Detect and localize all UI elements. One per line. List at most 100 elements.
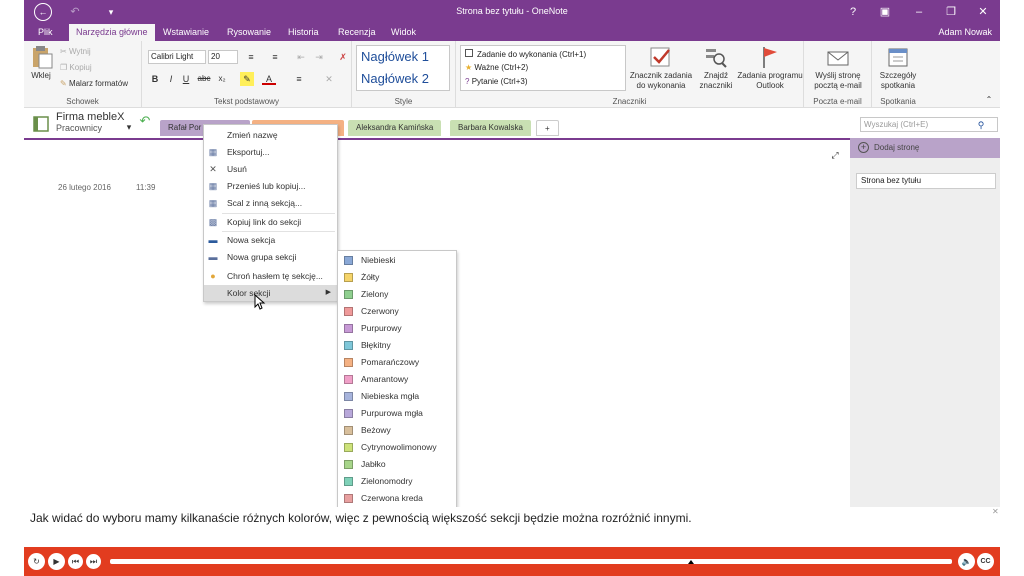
question-icon: ? bbox=[465, 77, 470, 86]
notebook-dropdown-icon[interactable]: ▾ bbox=[122, 120, 136, 134]
underline-button[interactable]: U bbox=[179, 72, 193, 86]
color-option[interactable]: Cytrynowolimonowy bbox=[338, 439, 456, 456]
menu-section-color[interactable]: Kolor sekcji ▶ bbox=[204, 285, 337, 301]
menu-rename[interactable]: Zmień nazwę bbox=[204, 127, 337, 143]
next-icon[interactable]: ⏭ bbox=[86, 554, 101, 569]
closed-captions-icon[interactable]: CC bbox=[977, 553, 994, 570]
tag-important[interactable]: ★ Ważne (Ctrl+2) bbox=[465, 63, 528, 72]
font-name-box[interactable]: Calibri Light bbox=[148, 50, 206, 64]
volume-icon[interactable]: 🔈 bbox=[958, 553, 975, 570]
meeting-details-button[interactable]: Szczegóły spotkania bbox=[872, 45, 924, 91]
menu-merge[interactable]: ▦ Scal z inną sekcją... bbox=[204, 195, 337, 211]
menu-delete[interactable]: ✕ Usuń bbox=[204, 161, 337, 177]
find-tags-button[interactable]: Znajdź znaczniki bbox=[696, 45, 736, 91]
find-tags-icon bbox=[706, 49, 727, 68]
minimize-icon[interactable]: – bbox=[908, 3, 930, 21]
decrease-indent-icon[interactable]: ⇤ bbox=[294, 50, 308, 64]
progress-marker-icon[interactable] bbox=[688, 560, 694, 564]
format-painter-label: Malarz formatów bbox=[68, 79, 129, 88]
strikethrough-button[interactable]: abc bbox=[195, 72, 213, 86]
collapse-ribbon-icon[interactable]: ⌃ bbox=[982, 93, 996, 107]
color-option[interactable]: Zielony bbox=[338, 286, 456, 303]
delete-x-icon: ✕ bbox=[209, 164, 217, 174]
menu-password-protect[interactable]: ● Chroń hasłem tę sekcję... bbox=[204, 268, 337, 284]
page-entry[interactable]: Strona bez tytułu bbox=[856, 173, 996, 189]
increase-indent-icon[interactable]: ⇥ bbox=[312, 50, 326, 64]
section-tab-aleksandra[interactable]: Aleksandra Kamińska bbox=[348, 120, 442, 136]
delete-icon[interactable]: ✕ bbox=[322, 72, 336, 86]
section-tab-barbara[interactable]: Barbara Kowalska bbox=[450, 120, 531, 136]
tab-review[interactable]: Recenzja bbox=[331, 24, 383, 41]
color-option[interactable]: Jabłko bbox=[338, 456, 456, 473]
export-icon: ▦ bbox=[208, 147, 218, 157]
color-option[interactable]: Czerwony bbox=[338, 303, 456, 320]
restore-icon[interactable]: ❐ bbox=[940, 3, 962, 21]
color-option[interactable]: Czerwona kreda bbox=[338, 490, 456, 507]
sync-back-icon[interactable]: ↶ bbox=[138, 114, 152, 128]
caption-close-icon[interactable]: ✕ bbox=[992, 507, 999, 516]
color-option[interactable]: Zielonomodry bbox=[338, 473, 456, 490]
cut-button[interactable]: ✂ Wytnij bbox=[60, 47, 91, 56]
styles-gallery[interactable]: Nagłówek 1 Nagłówek 2 bbox=[356, 45, 450, 91]
color-option[interactable]: Żółty bbox=[338, 269, 456, 286]
copy-button[interactable]: ❐ Kopiuj bbox=[60, 63, 92, 72]
link-icon: ▩ bbox=[208, 217, 218, 227]
todo-tag-button[interactable]: Znacznik zadania do wykonania bbox=[628, 45, 694, 91]
color-option[interactable]: Amarantowy bbox=[338, 371, 456, 388]
add-section-button[interactable]: + bbox=[536, 120, 559, 136]
color-option[interactable]: Purpurowy bbox=[338, 320, 456, 337]
ribbon-display-icon[interactable]: ▣ bbox=[874, 3, 896, 21]
clear-formatting-icon[interactable]: ✗ bbox=[336, 50, 350, 64]
menu-copy-link[interactable]: ▩ Kopiuj link do sekcji bbox=[204, 214, 337, 230]
highlight-icon[interactable]: ✎ bbox=[240, 72, 254, 86]
tab-insert[interactable]: Wstawianie bbox=[156, 24, 216, 41]
add-page-button[interactable]: + Dodaj stronę bbox=[850, 138, 1000, 158]
color-option[interactable]: Niebieska mgła bbox=[338, 388, 456, 405]
font-size-box[interactable]: 20 bbox=[208, 50, 238, 64]
paste-icon bbox=[33, 46, 53, 69]
font-color-icon[interactable]: A bbox=[262, 72, 276, 85]
align-icon[interactable]: ≡ bbox=[292, 72, 306, 86]
color-option[interactable]: Beżowy bbox=[338, 422, 456, 439]
search-icon[interactable]: ⚲ bbox=[974, 118, 988, 132]
menu-move-copy[interactable]: ▦ Przenieś lub kopiuj... bbox=[204, 178, 337, 194]
outlook-tasks-button[interactable]: Zadania programu Outlook bbox=[736, 45, 804, 91]
tab-file[interactable]: Plik bbox=[31, 24, 60, 41]
help-icon[interactable]: ? bbox=[842, 3, 864, 21]
tab-history[interactable]: Historia bbox=[281, 24, 326, 41]
close-icon[interactable]: ✕ bbox=[972, 3, 994, 21]
tab-home[interactable]: Narzędzia główne bbox=[69, 24, 155, 41]
bold-button[interactable]: B bbox=[148, 72, 162, 86]
color-swatch bbox=[344, 290, 353, 299]
style-heading-2[interactable]: Nagłówek 2 bbox=[361, 71, 429, 86]
numbering-icon[interactable]: ≡ bbox=[268, 50, 282, 64]
subscript-button[interactable]: x₂ bbox=[214, 72, 230, 86]
user-name[interactable]: Adam Nowak bbox=[938, 24, 992, 41]
progress-track[interactable] bbox=[110, 559, 952, 564]
replay-icon[interactable]: ↻ bbox=[28, 553, 45, 570]
color-option[interactable]: Purpurowa mgła bbox=[338, 405, 456, 422]
tag-todo[interactable]: Zadanie do wykonania (Ctrl+1) bbox=[465, 49, 586, 59]
menu-export[interactable]: ▦ Eksportuj... bbox=[204, 144, 337, 160]
bullets-icon[interactable]: ≡ bbox=[244, 50, 258, 64]
menu-new-section[interactable]: ▬ Nowa sekcja bbox=[204, 232, 337, 248]
notebook-section-group[interactable]: Pracownicy bbox=[56, 123, 102, 133]
style-heading-1[interactable]: Nagłówek 1 bbox=[361, 49, 429, 64]
italic-button[interactable]: I bbox=[164, 72, 178, 86]
color-option[interactable]: Niebieski bbox=[338, 252, 456, 269]
tab-draw[interactable]: Rysowanie bbox=[220, 24, 278, 41]
email-page-button[interactable]: Wyślij stronę pocztą e-mail bbox=[806, 45, 870, 91]
tags-gallery[interactable]: Zadanie do wykonania (Ctrl+1) ★ Ważne (C… bbox=[460, 45, 626, 91]
color-option[interactable]: Pomarańczowy bbox=[338, 354, 456, 371]
previous-icon[interactable]: ⏮ bbox=[68, 554, 83, 569]
color-option[interactable]: Błękitny bbox=[338, 337, 456, 354]
notebook-name[interactable]: Firma mebleX bbox=[56, 111, 124, 123]
paste-button[interactable]: Wklej bbox=[26, 45, 56, 81]
color-option-label: Beżowy bbox=[361, 425, 391, 435]
menu-new-section-group[interactable]: ▬ Nowa grupa sekcji bbox=[204, 249, 337, 265]
expand-icon[interactable]: ⤢ bbox=[828, 148, 842, 162]
tab-view[interactable]: Widok bbox=[384, 24, 423, 41]
tag-question[interactable]: ? Pytanie (Ctrl+3) bbox=[465, 77, 527, 86]
format-painter-button[interactable]: ✎ Malarz formatów bbox=[60, 79, 128, 88]
play-icon[interactable]: ▶ bbox=[48, 553, 65, 570]
